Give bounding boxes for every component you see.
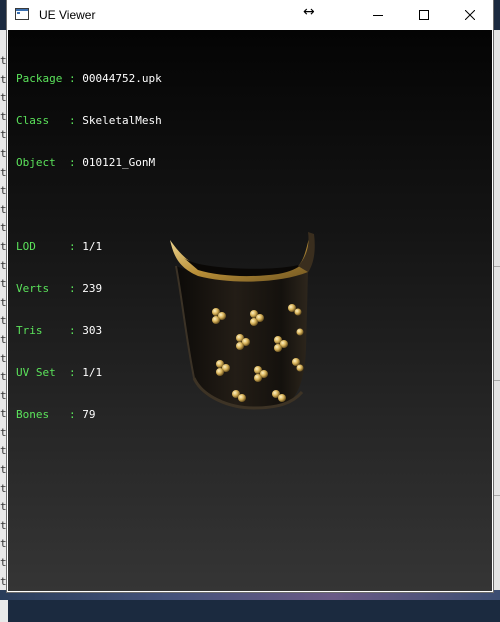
info-row-tris: Tris : 303: [16, 324, 162, 338]
window-title: UE Viewer: [39, 8, 95, 22]
info-sep: :: [62, 366, 82, 379]
info-label: Tris: [16, 324, 62, 337]
info-row-bones: Bones : 79: [16, 408, 162, 422]
info-sep: :: [62, 282, 82, 295]
3d-viewport[interactable]: Package : 00044752.upk Class : SkeletalM…: [8, 30, 492, 591]
info-row-class: Class : SkeletalMesh: [16, 114, 162, 128]
maximize-icon: [419, 10, 429, 20]
info-row-object: Object : 010121_GonM: [16, 156, 162, 170]
info-sep: :: [62, 114, 82, 127]
info-label: Class: [16, 114, 62, 127]
close-icon: [465, 10, 475, 20]
info-value: 1/1: [82, 240, 102, 253]
maximize-button[interactable]: [401, 0, 447, 30]
info-sep: :: [62, 408, 82, 421]
info-label: Bones: [16, 408, 62, 421]
info-sep: :: [62, 156, 82, 169]
info-label: UV Set: [16, 366, 62, 379]
resize-arrows-icon: ↔: [303, 4, 315, 20]
info-sep: :: [62, 240, 82, 253]
info-value: 1/1: [82, 366, 102, 379]
info-row-package: Package : 00044752.upk: [16, 72, 162, 86]
info-value: 239: [82, 282, 102, 295]
mesh-info-overlay: Package : 00044752.upk Class : SkeletalM…: [16, 44, 162, 450]
minimize-button[interactable]: [355, 0, 401, 30]
info-label: Package: [16, 72, 62, 85]
info-label: LOD: [16, 240, 62, 253]
info-spacer: [16, 198, 162, 212]
info-label: Object: [16, 156, 62, 169]
minimize-icon: [373, 10, 383, 20]
info-value: 303: [82, 324, 102, 337]
info-row-uvset: UV Set : 1/1: [16, 366, 162, 380]
ue-viewer-window: UE Viewer ↔ Package : 00044752.upk Class…: [7, 0, 493, 592]
info-row-lod: LOD : 1/1: [16, 240, 162, 254]
info-label: Verts: [16, 282, 62, 295]
stud-cluster: [297, 329, 304, 336]
skeletal-mesh-model: [158, 228, 318, 418]
info-value: SkeletalMesh: [82, 114, 161, 127]
info-value: 00044752.upk: [82, 72, 161, 85]
info-sep: :: [62, 324, 82, 337]
title-bar[interactable]: UE Viewer ↔: [7, 0, 493, 30]
info-value: 010121_GonM: [82, 156, 155, 169]
app-window-icon: [15, 7, 29, 21]
close-button[interactable]: [447, 0, 493, 30]
info-row-verts: Verts : 239: [16, 282, 162, 296]
info-value: 79: [82, 408, 95, 421]
info-sep: :: [62, 72, 82, 85]
